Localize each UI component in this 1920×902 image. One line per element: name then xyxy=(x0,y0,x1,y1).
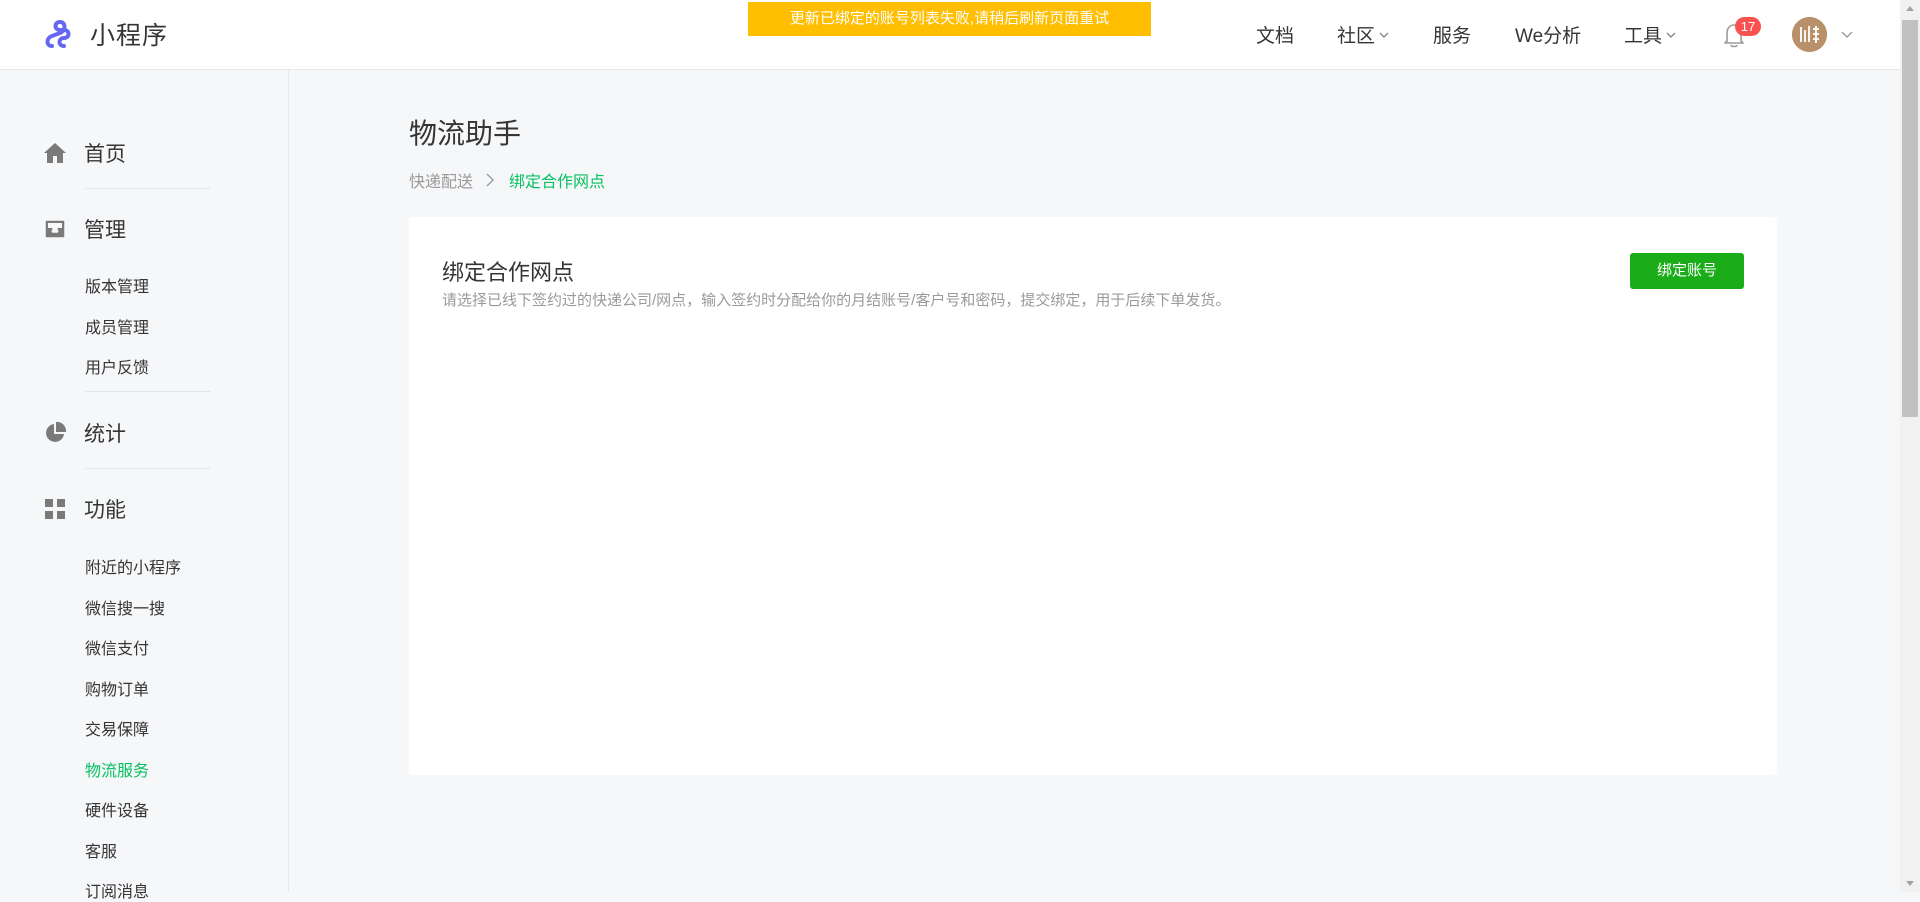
chevron-down-icon[interactable] xyxy=(1840,29,1854,41)
pie-chart-icon xyxy=(46,421,67,442)
inbox-icon xyxy=(45,220,65,238)
nav-community[interactable]: 社区 xyxy=(1337,0,1390,69)
sidebar-section-stats[interactable]: 统计 xyxy=(43,418,126,448)
nav-tools-label: 工具 xyxy=(1624,26,1663,47)
breadcrumb: 快递配送 绑定合作网点 xyxy=(409,168,605,192)
brand[interactable]: 小程序 xyxy=(44,15,168,53)
nav-tools[interactable]: 工具 xyxy=(1624,0,1677,69)
sidebar-item-customer-service[interactable]: 客服 xyxy=(85,838,117,862)
alert-banner: 更新已绑定的账号列表失败,请稍后刷新页面重试 xyxy=(748,2,1151,36)
sidebar-item-guarantee[interactable]: 交易保障 xyxy=(85,716,149,740)
sidebar-divider xyxy=(85,188,210,189)
sidebar-item-logistics[interactable]: 物流服务 xyxy=(85,757,149,781)
sidebar-item-pay[interactable]: 微信支付 xyxy=(85,635,149,659)
sidebar-section-manage[interactable]: 管理 xyxy=(43,214,126,244)
scroll-thumb[interactable] xyxy=(1902,20,1918,417)
scroll-down-arrow-icon[interactable] xyxy=(1906,881,1914,886)
avatar-image xyxy=(1792,17,1827,52)
nav-community-label: 社区 xyxy=(1337,26,1376,47)
sidebar-item-search[interactable]: 微信搜一搜 xyxy=(85,595,165,619)
chevron-right-icon xyxy=(486,173,495,187)
sidebar-item-members[interactable]: 成员管理 xyxy=(85,314,149,338)
bind-account-button[interactable]: 绑定账号 xyxy=(1630,253,1744,289)
sidebar-section-label: 功能 xyxy=(84,499,126,522)
nav-docs[interactable]: 文档 xyxy=(1256,0,1294,69)
sidebar-divider xyxy=(85,468,210,469)
scrollbar[interactable] xyxy=(1900,0,1920,892)
mini-program-logo-icon xyxy=(45,19,71,48)
home-icon xyxy=(44,143,66,163)
sidebar-divider xyxy=(85,391,210,392)
sidebar-item-version[interactable]: 版本管理 xyxy=(85,273,149,297)
breadcrumb-current: 绑定合作网点 xyxy=(509,174,606,191)
top-navigation-bar: 小程序 更新已绑定的账号列表失败,请稍后刷新页面重试 文档 社区 服务 We分析… xyxy=(0,0,1900,70)
sidebar-item-subscribe[interactable]: 订阅消息 xyxy=(85,878,149,902)
sidebar-section-label: 统计 xyxy=(84,423,126,446)
brand-name: 小程序 xyxy=(90,22,169,50)
chevron-down-icon xyxy=(1666,32,1676,38)
sidebar-item-feedback[interactable]: 用户反馈 xyxy=(85,354,149,378)
nav-services[interactable]: 服务 xyxy=(1433,0,1471,69)
card-description: 请选择已线下签约过的快递公司/网点，输入签约时分配给你的月结账号/客户号和密码，… xyxy=(442,292,1231,309)
chevron-down-icon xyxy=(1379,32,1389,38)
breadcrumb-link-express[interactable]: 快递配送 xyxy=(409,168,473,192)
grid-icon xyxy=(45,499,65,519)
card-title: 绑定合作网点 xyxy=(442,260,575,285)
sidebar-section-home[interactable]: 首页 xyxy=(43,138,126,168)
sidebar-item-orders[interactable]: 购物订单 xyxy=(85,676,149,700)
sidebar-section-features[interactable]: 功能 xyxy=(43,494,126,524)
page-title: 物流助手 xyxy=(409,118,522,149)
sidebar-item-hardware[interactable]: 硬件设备 xyxy=(85,797,149,821)
sidebar: 首页 管理 版本管理 成员管理 用户反馈 统计 功能 附近的小程序 微信搜一搜 … xyxy=(0,70,289,901)
notification-badge: 17 xyxy=(1735,17,1761,36)
scroll-up-arrow-icon[interactable] xyxy=(1906,6,1914,11)
avatar[interactable] xyxy=(1792,17,1827,52)
sidebar-item-nearby[interactable]: 附近的小程序 xyxy=(85,554,181,578)
sidebar-section-label: 管理 xyxy=(84,219,126,242)
nav-analytics[interactable]: We分析 xyxy=(1515,0,1581,69)
sidebar-section-label: 首页 xyxy=(84,143,126,166)
bind-outlet-card: 绑定合作网点 请选择已线下签约过的快递公司/网点，输入签约时分配给你的月结账号/… xyxy=(409,217,1777,775)
